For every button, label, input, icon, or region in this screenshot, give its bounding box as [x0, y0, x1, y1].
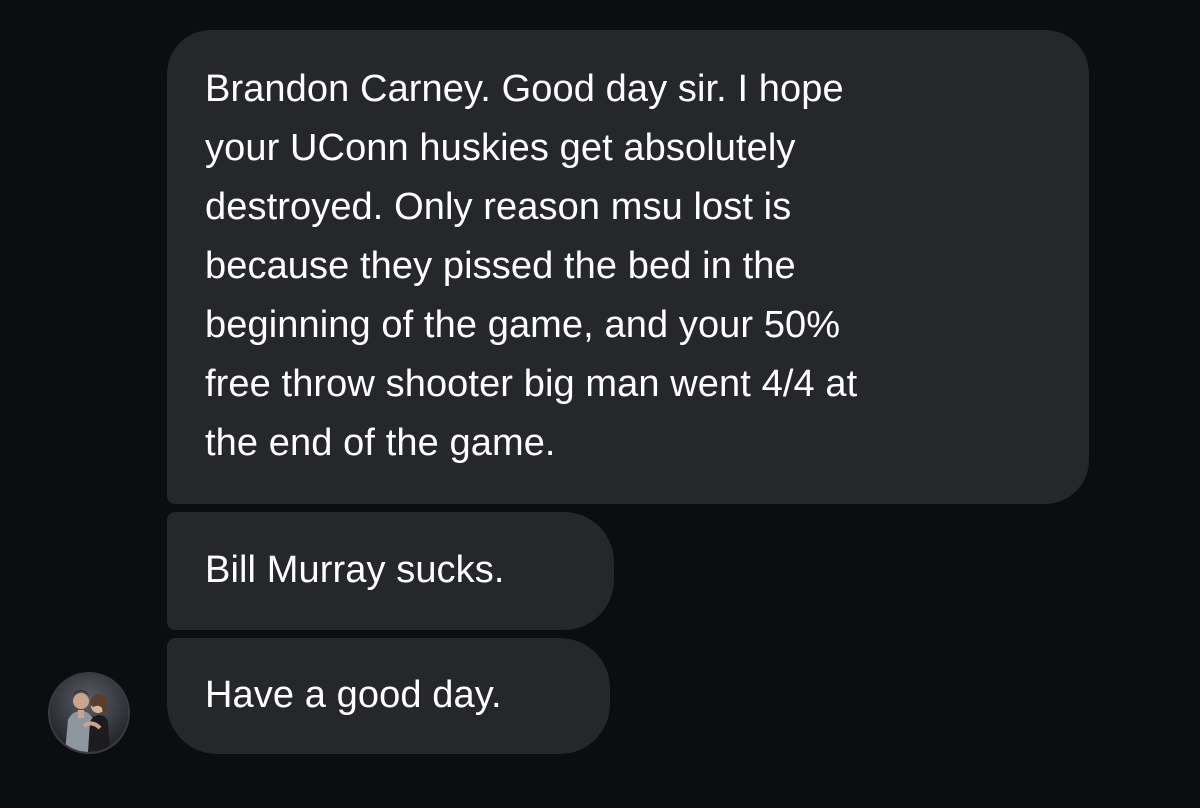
message-text: Brandon Carney. Good day sir. I hope you… [205, 68, 858, 464]
message-text: Bill Murray sucks. [205, 549, 505, 591]
message-text: Have a good day. [205, 674, 502, 716]
message-bubble[interactable]: Have a good day. [167, 638, 610, 754]
message-thread: Brandon Carney. Good day sir. I hope you… [0, 0, 1200, 808]
message-bubble[interactable]: Brandon Carney. Good day sir. I hope you… [167, 30, 1089, 504]
message-bubble[interactable]: Bill Murray sucks. [167, 512, 614, 630]
sender-avatar[interactable] [48, 672, 130, 754]
profile-photo-icon [50, 674, 128, 752]
